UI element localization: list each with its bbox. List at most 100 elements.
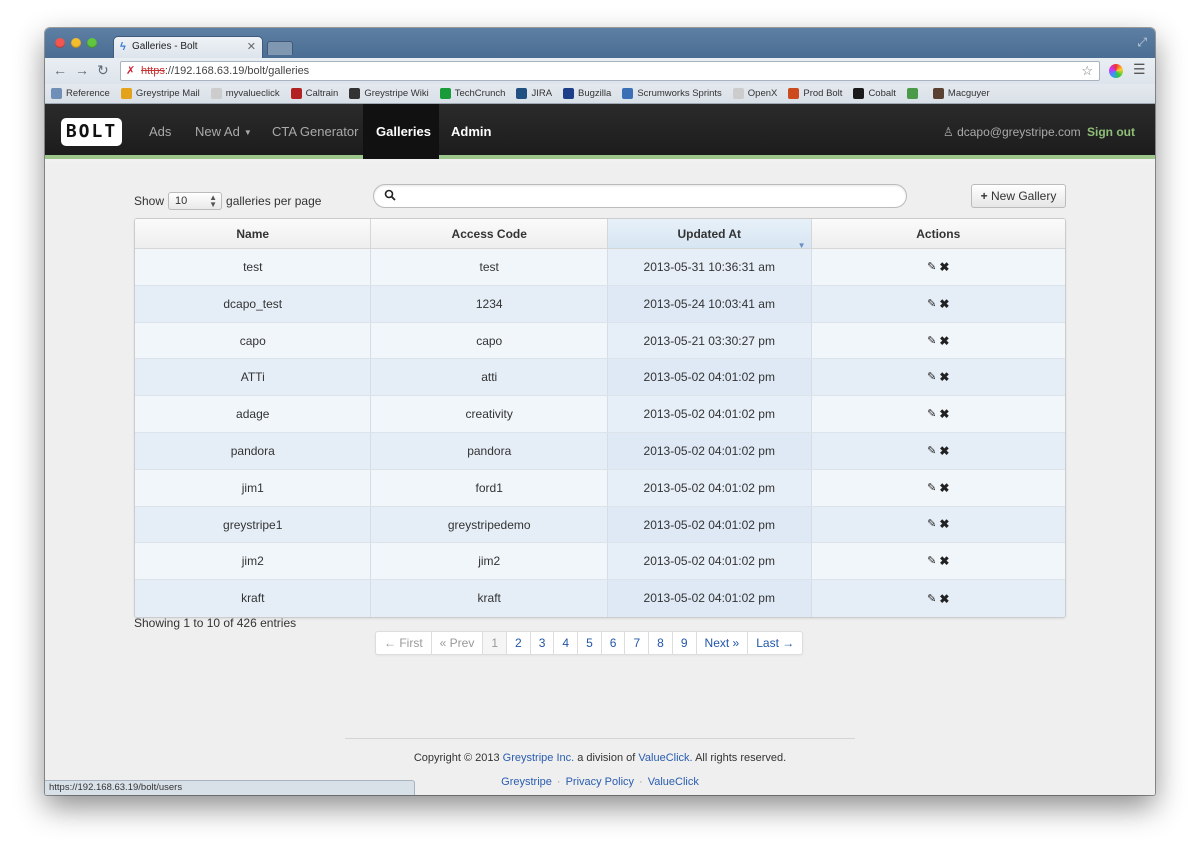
edit-icon[interactable]: ✎ xyxy=(927,396,936,432)
bookmark-item[interactable]: JIRA xyxy=(516,88,552,99)
table-body: test test 2013-05-31 10:36:31 am ✎ ✖ dcapo_te… xyxy=(135,249,1065,617)
bookmark-item[interactable] xyxy=(906,88,922,99)
cell-actions: ✎ ✖ xyxy=(812,396,1065,432)
table-row: ATTi atti 2013-05-02 04:01:02 pm ✎ ✖ xyxy=(135,359,1065,397)
bookmark-item[interactable]: myvalueclick xyxy=(210,88,280,99)
edit-icon[interactable]: ✎ xyxy=(927,506,936,542)
bookmark-item[interactable]: TechCrunch xyxy=(439,88,506,99)
column-header-name[interactable]: Name xyxy=(135,219,372,248)
bookmark-item[interactable]: Prod Bolt xyxy=(788,88,842,99)
new-tab-button[interactable] xyxy=(267,41,293,55)
greystripe-inc-link[interactable]: Greystripe Inc. xyxy=(503,752,575,764)
galleries-table: Name Access Code Updated At ▼ Actions te… xyxy=(134,218,1066,618)
extension-icon[interactable] xyxy=(1109,64,1123,78)
cell-name: ATTi xyxy=(135,359,372,396)
pagination-page[interactable]: 3 xyxy=(531,632,555,654)
close-window-button[interactable] xyxy=(55,38,65,48)
bookmark-label: myvalueclick xyxy=(225,88,280,99)
delete-icon[interactable]: ✖ xyxy=(939,543,949,579)
pagination-page[interactable]: 4 xyxy=(554,632,579,654)
footer-separator: · xyxy=(556,776,561,788)
bookmark-item[interactable]: Reference xyxy=(51,88,110,99)
new-gallery-button[interactable]: + New Gallery xyxy=(971,184,1066,208)
select-arrows-icon: ▲ ▼ xyxy=(209,193,218,209)
forward-icon[interactable]: → xyxy=(75,62,89,78)
tab-close-icon[interactable]: ✕ xyxy=(247,40,256,53)
delete-icon[interactable]: ✖ xyxy=(939,470,949,506)
bookmark-item[interactable]: Scrumworks Sprints xyxy=(622,88,722,99)
browser-tab[interactable]: ϟ Galleries - Bolt ✕ xyxy=(113,36,263,58)
pagination-next[interactable]: Next » xyxy=(697,632,749,654)
delete-icon[interactable]: ✖ xyxy=(939,323,949,359)
bookmark-label: Greystripe Wiki xyxy=(364,88,429,99)
globe-icon xyxy=(906,88,918,99)
app-navbar: BOLT Ads New Ad ▼ CTA Generator Galleries… xyxy=(45,104,1155,159)
bookmark-label: TechCrunch xyxy=(454,88,506,99)
insecure-lock-icon: ✗ xyxy=(126,65,136,77)
delete-icon[interactable]: ✖ xyxy=(939,286,949,322)
bookmark-item[interactable]: Bugzilla xyxy=(563,88,611,99)
edit-icon[interactable]: ✎ xyxy=(927,249,936,285)
bookmark-item[interactable]: Greystripe Wiki xyxy=(349,88,429,99)
cell-access-code: pandora xyxy=(371,432,608,469)
menu-icon[interactable]: ☰ xyxy=(1133,61,1146,78)
edit-icon[interactable]: ✎ xyxy=(927,581,936,617)
copyright-suffix: All rights reserved. xyxy=(695,752,787,764)
nav-galleries[interactable]: Galleries xyxy=(376,124,431,139)
user-email[interactable]: dcapo@greystripe.com xyxy=(957,125,1081,139)
browser-window: ϟ Galleries - Bolt ✕ ⤢ ← → ↻ ✗ https://1… xyxy=(45,28,1155,795)
nav-ads[interactable]: Ads xyxy=(149,124,171,139)
pagination-last[interactable]: Last → xyxy=(748,632,802,654)
pagination-page[interactable]: 6 xyxy=(602,632,626,654)
back-icon[interactable]: ← xyxy=(53,62,67,78)
bookmark-star-icon[interactable]: ☆ xyxy=(1081,63,1093,79)
sign-out-link[interactable]: Sign out xyxy=(1087,125,1135,139)
bookmark-item[interactable]: Macguyer xyxy=(932,88,990,99)
per-page-select[interactable]: 10 ▲ ▼ xyxy=(168,192,223,210)
edit-icon[interactable]: ✎ xyxy=(927,359,936,395)
bookmark-item[interactable]: Greystripe Mail xyxy=(120,88,200,99)
bolt-logo[interactable]: BOLT xyxy=(61,118,122,146)
column-header-access-code[interactable]: Access Code xyxy=(371,219,608,248)
delete-icon[interactable]: ✖ xyxy=(939,581,949,617)
nav-new-ad[interactable]: New Ad ▼ xyxy=(195,124,252,139)
bookmark-item[interactable]: Caltrain xyxy=(290,88,338,99)
pagination-page[interactable]: 8 xyxy=(649,632,673,654)
address-bar[interactable]: ✗ https://192.168.63.19/bolt/galleries ☆ xyxy=(120,61,1100,81)
footer-link-privacy-policy[interactable]: Privacy Policy xyxy=(566,776,634,788)
new-gallery-label: New Gallery xyxy=(991,189,1057,203)
column-header-updated-at[interactable]: Updated At ▼ xyxy=(607,219,812,250)
fullscreen-icon[interactable]: ⤢ xyxy=(1137,35,1147,50)
pagination-page[interactable]: 2 xyxy=(507,632,531,654)
minimize-window-button[interactable] xyxy=(71,38,81,48)
valueclick-inline-link[interactable]: ValueClick. xyxy=(638,752,692,764)
cell-access-code: greystripedemo xyxy=(371,506,608,543)
edit-icon[interactable]: ✎ xyxy=(927,286,936,322)
bookmark-item[interactable]: OpenX xyxy=(732,88,777,99)
delete-icon[interactable]: ✖ xyxy=(939,359,949,395)
nav-cta-generator[interactable]: CTA Generator xyxy=(272,124,358,139)
delete-icon[interactable]: ✖ xyxy=(939,396,949,432)
nav-admin[interactable]: Admin xyxy=(451,124,491,139)
plus-icon: + xyxy=(980,189,988,203)
reload-icon[interactable]: ↻ xyxy=(97,62,109,79)
edit-icon[interactable]: ✎ xyxy=(927,543,936,579)
edit-icon[interactable]: ✎ xyxy=(927,433,936,469)
edit-icon[interactable]: ✎ xyxy=(927,323,936,359)
search-input[interactable] xyxy=(373,184,907,208)
delete-icon[interactable]: ✖ xyxy=(939,433,949,469)
delete-icon[interactable]: ✖ xyxy=(939,506,949,542)
footer-link-valueclick[interactable]: ValueClick xyxy=(648,776,699,788)
edit-icon[interactable]: ✎ xyxy=(927,470,936,506)
pagination-first: ← First xyxy=(376,632,432,654)
delete-icon[interactable]: ✖ xyxy=(939,249,949,285)
cell-updated-at: 2013-05-02 04:01:02 pm xyxy=(607,469,812,506)
footer-link-greystripe[interactable]: Greystripe xyxy=(501,776,552,788)
cell-name: kraft xyxy=(135,580,372,617)
pagination-page[interactable]: 5 xyxy=(578,632,602,654)
zoom-window-button[interactable] xyxy=(87,38,97,48)
pagination-page[interactable]: 7 xyxy=(625,632,650,654)
bookmark-item[interactable]: Cobalt xyxy=(853,88,896,99)
cell-actions: ✎ ✖ xyxy=(812,249,1065,285)
pagination-page[interactable]: 9 xyxy=(673,632,697,654)
